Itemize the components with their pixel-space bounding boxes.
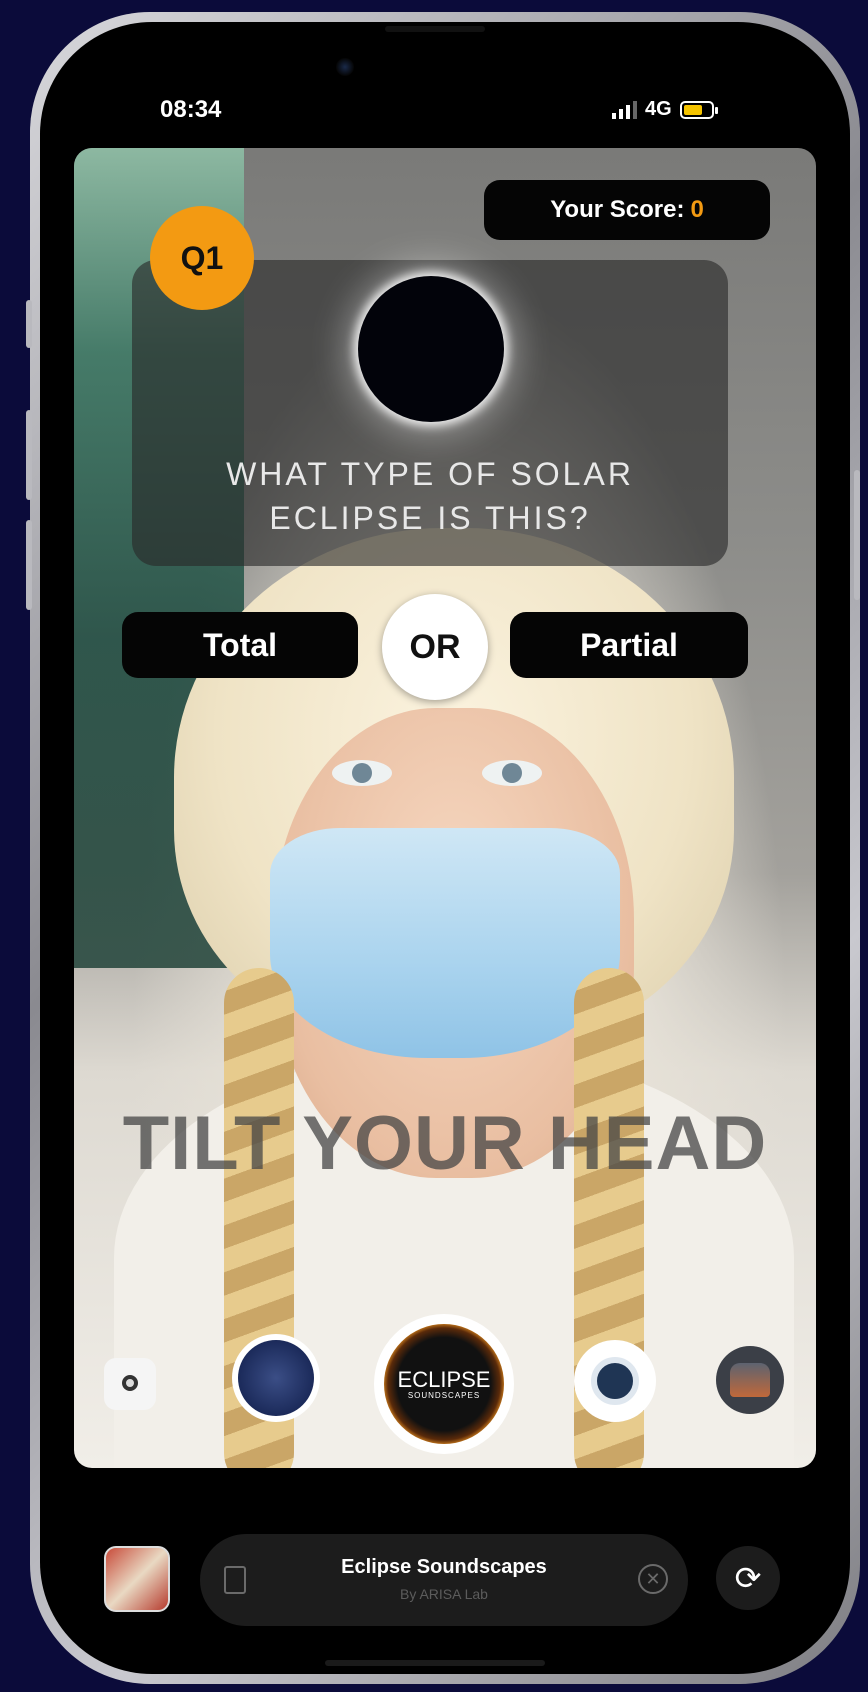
question-number-badge: Q1 bbox=[150, 206, 254, 310]
speaker-grille bbox=[385, 26, 485, 32]
answer-partial-button[interactable]: Partial bbox=[510, 612, 748, 678]
status-time: 08:34 bbox=[160, 96, 222, 123]
status-icons: 4G bbox=[612, 98, 718, 121]
battery-icon bbox=[679, 100, 718, 119]
eclipse-soundscapes-lens-icon[interactable]: ECLIPSE SOUNDSCAPES bbox=[374, 1314, 514, 1454]
astronaut-graphic bbox=[591, 1357, 639, 1405]
score-display: Your Score: 0 bbox=[484, 180, 770, 240]
total-eclipse-image bbox=[358, 276, 504, 422]
question-text: WHAT TYPE OF SOLAR ECLIPSE IS THIS? bbox=[132, 452, 728, 540]
lens-small-icon[interactable] bbox=[104, 1358, 156, 1410]
score-value: 0 bbox=[690, 196, 704, 223]
home-indicator bbox=[325, 1660, 545, 1666]
signal-icon bbox=[612, 100, 637, 119]
battery-level bbox=[683, 104, 702, 115]
astronaut-lens-icon[interactable] bbox=[574, 1340, 656, 1422]
network-label: 4G bbox=[645, 98, 672, 120]
front-camera bbox=[336, 58, 354, 76]
side-button-power bbox=[854, 470, 860, 600]
face-mask bbox=[270, 828, 620, 1058]
lens-author: By ARISA Lab bbox=[400, 1586, 488, 1602]
space-patch-lens-icon[interactable] bbox=[232, 1334, 320, 1422]
answer-total-button[interactable]: Total bbox=[122, 612, 358, 678]
tilt-instruction: TILT YOUR HEAD bbox=[122, 1101, 768, 1186]
camera-roll-thumbnail[interactable] bbox=[104, 1546, 170, 1612]
question-line-2: ECLIPSE IS THIS? bbox=[269, 500, 591, 536]
score-label: Your Score: bbox=[550, 196, 685, 223]
camera-viewfinder[interactable]: Your Score: 0 WHAT TYPE OF SOLAR ECLIPSE… bbox=[74, 148, 816, 1468]
right-eye bbox=[482, 760, 542, 786]
side-button-volume-down bbox=[26, 520, 32, 610]
lens-title: Eclipse Soundscapes bbox=[341, 1556, 547, 1578]
bottom-bar: Eclipse Soundscapes By ARISA Lab ✕ ⟳ bbox=[0, 1520, 868, 1630]
flip-camera-icon[interactable]: ⟳ bbox=[716, 1546, 780, 1610]
close-icon[interactable]: ✕ bbox=[638, 1564, 668, 1594]
or-divider: OR bbox=[382, 594, 488, 700]
left-eye bbox=[332, 760, 392, 786]
mars-rover-lens-icon[interactable] bbox=[716, 1346, 784, 1414]
mars-rover-graphic bbox=[730, 1363, 770, 1397]
eclipse-logo-main: ECLIPSE bbox=[397, 1366, 491, 1392]
eclipse-logo-sub: SOUNDSCAPES bbox=[407, 1390, 481, 1400]
question-line-1: WHAT TYPE OF SOLAR bbox=[226, 456, 634, 492]
side-button-mute bbox=[26, 300, 32, 348]
eclipse-logo: ECLIPSE SOUNDSCAPES bbox=[384, 1324, 504, 1444]
lens-info-pill[interactable]: Eclipse Soundscapes By ARISA Lab ✕ bbox=[200, 1534, 688, 1626]
space-patch-graphic bbox=[238, 1340, 314, 1416]
side-button-volume-up bbox=[26, 410, 32, 500]
